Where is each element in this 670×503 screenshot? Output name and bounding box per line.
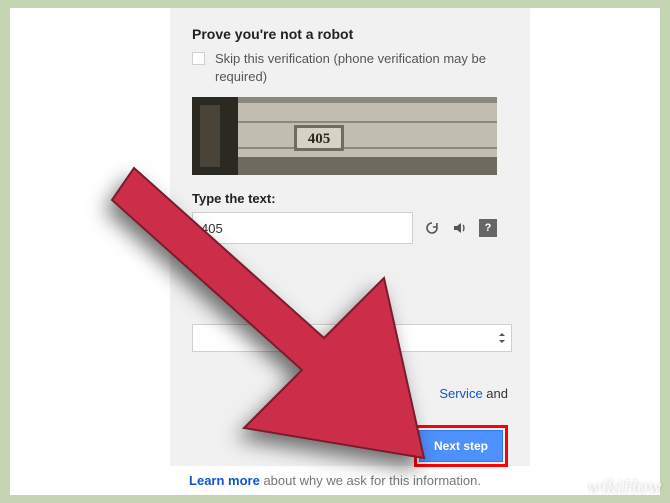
captcha-input-row: ?: [192, 212, 497, 244]
next-step-container: Next step: [192, 425, 512, 467]
audio-icon[interactable]: [451, 219, 469, 237]
skip-verification-row: Skip this verification (phone verificati…: [192, 50, 512, 85]
tos-text: Service and: [192, 386, 512, 401]
learn-more-link[interactable]: Learn more: [189, 473, 260, 488]
reload-icon[interactable]: [423, 219, 441, 237]
chevron-up-down-icon: [497, 330, 507, 346]
skip-label: Skip this verification (phone verificati…: [215, 50, 512, 85]
skip-checkbox[interactable]: [192, 52, 205, 65]
next-step-highlight: Next step: [414, 425, 508, 467]
captcha-input-label: Type the text:: [192, 191, 512, 206]
section-heading: Prove you're not a robot: [192, 26, 512, 42]
captcha-image: 405: [192, 97, 497, 175]
country-select[interactable]: [192, 324, 512, 352]
help-icon[interactable]: ?: [479, 219, 497, 237]
signup-panel: Prove you're not a robot Skip this verif…: [170, 8, 530, 466]
captcha-number: 405: [308, 131, 331, 147]
page-container: Prove you're not a robot Skip this verif…: [10, 8, 660, 495]
captcha-input[interactable]: [192, 212, 413, 244]
footer-text: Learn more about why we ask for this inf…: [10, 473, 660, 488]
tos-link[interactable]: Service: [439, 386, 482, 401]
watermark: wikiHow: [587, 476, 662, 499]
next-step-button[interactable]: Next step: [419, 430, 503, 462]
